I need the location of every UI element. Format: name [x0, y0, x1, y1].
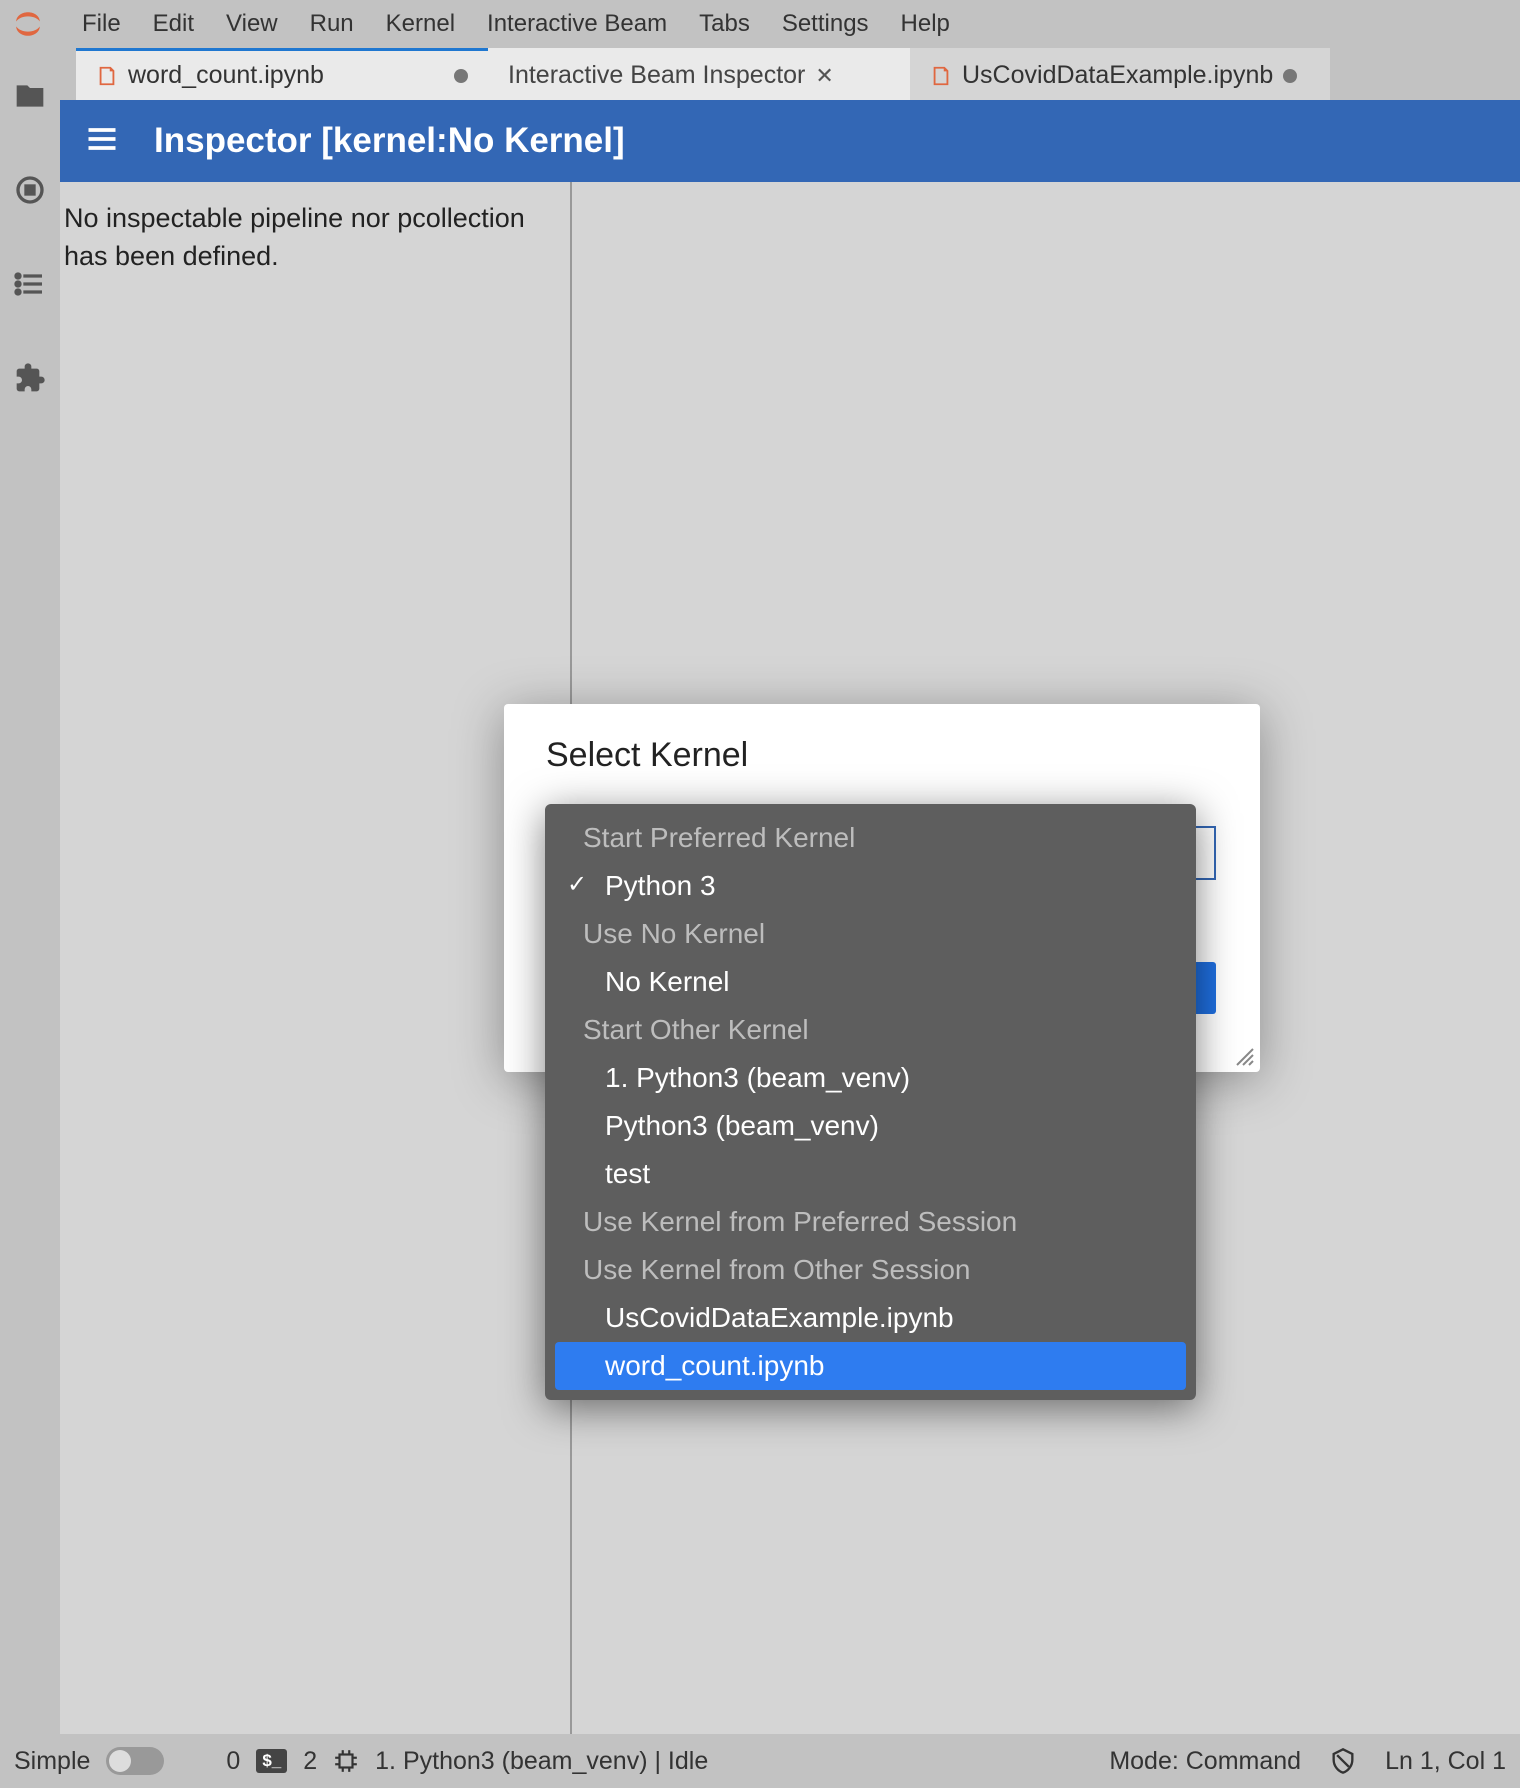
dd-item-python3[interactable]: Python 3 — [545, 862, 1196, 910]
dd-header-no-kernel: Use No Kernel — [545, 910, 1196, 958]
inspector-title: Inspector [kernel:No Kernel] — [154, 121, 625, 161]
tab-label: UsCovidDataExample.ipynb — [962, 61, 1273, 90]
trust-icon[interactable] — [1329, 1747, 1357, 1775]
notebook-icon — [930, 65, 952, 87]
menu-settings[interactable]: Settings — [780, 6, 871, 42]
tab-inspector[interactable]: Interactive Beam Inspector ✕ — [488, 48, 910, 100]
menu-help[interactable]: Help — [899, 6, 952, 42]
menu-file[interactable]: File — [80, 6, 123, 42]
dd-header-other-session: Use Kernel from Other Session — [545, 1246, 1196, 1294]
kernel-icon[interactable] — [333, 1748, 359, 1774]
menu-edit[interactable]: Edit — [151, 6, 196, 42]
menubar: File Edit View Run Kernel Interactive Be… — [0, 0, 1520, 48]
dd-header-preferred: Start Preferred Kernel — [545, 814, 1196, 862]
resize-handle-icon[interactable] — [1236, 1048, 1254, 1066]
dialog-title: Select Kernel — [546, 736, 1218, 775]
dd-item-wordcount[interactable]: word_count.ipynb — [555, 1342, 1186, 1390]
cursor-position[interactable]: Ln 1, Col 1 — [1385, 1747, 1506, 1776]
notebook-icon — [96, 65, 118, 87]
terminal-icon[interactable]: $_ — [256, 1749, 287, 1773]
simple-label: Simple — [14, 1747, 90, 1776]
toc-icon[interactable] — [12, 266, 48, 302]
kernel-status[interactable]: 1. Python3 (beam_venv) | Idle — [375, 1747, 708, 1776]
dd-header-other: Start Other Kernel — [545, 1006, 1196, 1054]
jupyter-logo-icon — [12, 8, 44, 40]
tab-bar: word_count.ipynb Interactive Beam Inspec… — [60, 48, 1520, 100]
dd-item-no-kernel[interactable]: No Kernel — [545, 958, 1196, 1006]
dd-item-beam-venv-2[interactable]: Python3 (beam_venv) — [545, 1102, 1196, 1150]
inspector-message: No inspectable pipeline nor pcollection … — [60, 182, 570, 1734]
tab-label: Interactive Beam Inspector — [508, 61, 805, 90]
kernel-dropdown: Start Preferred Kernel Python 3 Use No K… — [545, 804, 1196, 1400]
dd-item-test[interactable]: test — [545, 1150, 1196, 1198]
close-icon[interactable]: ✕ — [815, 63, 833, 89]
tab-word-count[interactable]: word_count.ipynb — [76, 48, 488, 100]
dirty-dot-icon — [1283, 69, 1297, 83]
menu-view[interactable]: View — [224, 6, 280, 42]
tab-label: word_count.ipynb — [128, 61, 324, 90]
dirty-dot-icon — [454, 69, 468, 83]
menu-interactive-beam[interactable]: Interactive Beam — [485, 6, 669, 42]
dd-header-pref-session: Use Kernel from Preferred Session — [545, 1198, 1196, 1246]
mode-status: Mode: Command — [1109, 1747, 1301, 1776]
hamburger-icon[interactable] — [84, 121, 120, 162]
extensions-icon[interactable] — [12, 360, 48, 396]
statusbar: Simple 0 $_ 2 1. Python3 (beam_venv) | I… — [0, 1734, 1520, 1788]
terminals-count: 2 — [303, 1747, 317, 1776]
dd-item-uscovid[interactable]: UsCovidDataExample.ipynb — [545, 1294, 1196, 1342]
simple-toggle[interactable] — [106, 1747, 164, 1775]
menu-run[interactable]: Run — [308, 6, 356, 42]
activity-bar — [0, 48, 60, 1734]
tabs-count: 0 — [226, 1747, 240, 1776]
running-icon[interactable] — [12, 172, 48, 208]
menu-tabs[interactable]: Tabs — [697, 6, 752, 42]
dd-item-beam-venv-1[interactable]: 1. Python3 (beam_venv) — [545, 1054, 1196, 1102]
folder-icon[interactable] — [12, 78, 48, 114]
inspector-header: Inspector [kernel:No Kernel] — [60, 100, 1520, 182]
tab-uscovid[interactable]: UsCovidDataExample.ipynb — [910, 48, 1330, 100]
menu-kernel[interactable]: Kernel — [384, 6, 457, 42]
